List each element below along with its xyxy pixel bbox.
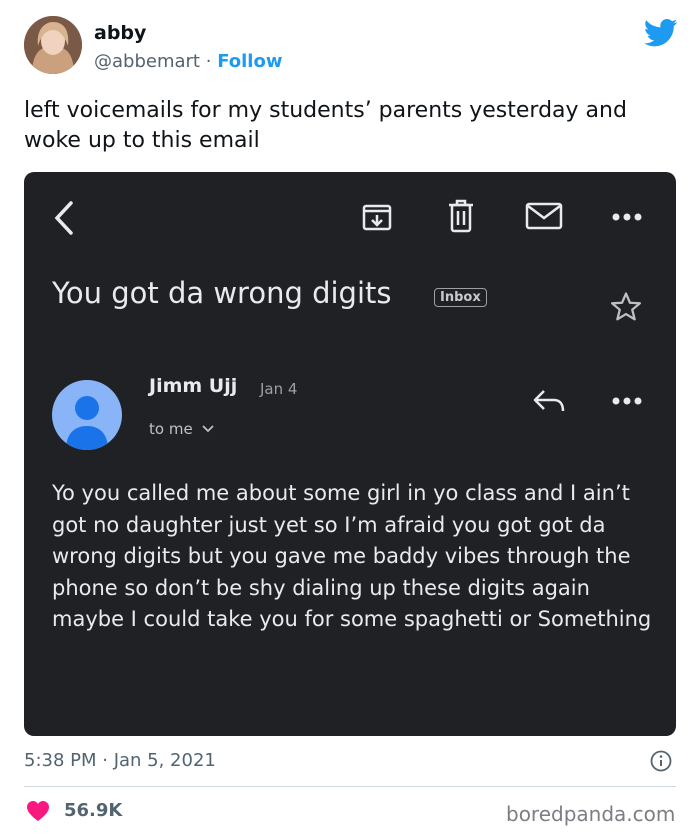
chevron-down-icon (202, 425, 215, 433)
info-icon[interactable] (650, 750, 672, 772)
email-subject: You got da wrong digits (52, 276, 392, 310)
author-name[interactable]: abby (94, 22, 146, 44)
recipient-toggle[interactable]: to me (149, 420, 215, 438)
follow-button[interactable]: Follow (217, 51, 282, 72)
separator-dot: · (205, 51, 212, 72)
tweet-timestamp[interactable]: 5:38 PM · Jan 5, 2021 (24, 750, 216, 771)
mail-icon[interactable] (525, 202, 563, 230)
reply-icon[interactable] (532, 388, 568, 414)
trash-icon[interactable] (446, 199, 476, 233)
back-icon[interactable] (52, 200, 76, 236)
inbox-label-badge[interactable]: Inbox (434, 288, 487, 307)
message-more-icon[interactable] (612, 396, 642, 406)
archive-icon[interactable] (361, 200, 393, 232)
sender-avatar[interactable] (52, 380, 122, 450)
like-count[interactable]: 56.9K (64, 800, 122, 821)
star-icon[interactable] (609, 290, 643, 324)
twitter-bird-icon[interactable] (643, 18, 678, 48)
author-handle[interactable]: @abbemart (94, 51, 200, 72)
author-avatar[interactable] (24, 16, 82, 74)
sender-name[interactable]: Jimm Ujj (149, 375, 237, 397)
divider (24, 786, 676, 787)
more-icon[interactable] (612, 212, 642, 222)
recipient-label: to me (149, 420, 193, 438)
watermark: boredpanda.com (506, 802, 676, 826)
email-date: Jan 4 (260, 380, 298, 398)
tweet-text: left voicemails for my students’ parents… (24, 98, 627, 153)
author-handle-row: @abbemart · Follow (94, 51, 282, 72)
email-screenshot: You got da wrong digits Inbox Jimm Ujj J… (24, 172, 676, 736)
heart-icon[interactable] (26, 800, 50, 822)
email-body: Yo you called me about some girl in yo c… (52, 481, 652, 631)
